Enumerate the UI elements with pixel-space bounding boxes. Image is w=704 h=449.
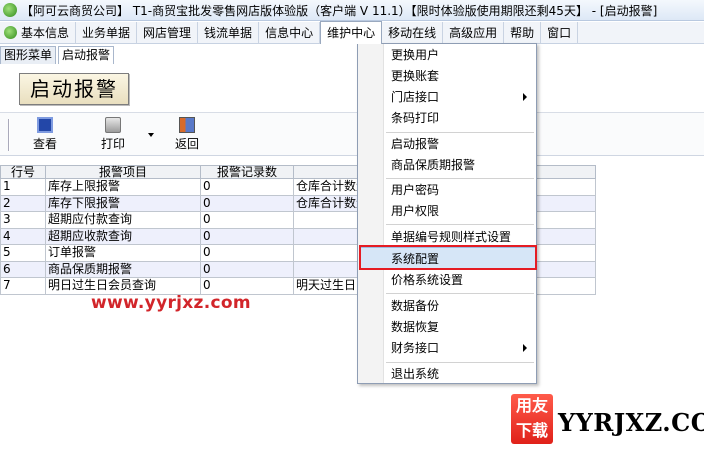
tab-graphic-menu[interactable]: 图形菜单: [0, 46, 57, 64]
cell-alarm-item: 订单报警: [45, 244, 201, 262]
title-bar: 【阿可云商贸公司】 T1-商贸宝批发零售网店版体验版（客户端 V 11.1）【限…: [0, 0, 704, 21]
menu-business-docs[interactable]: 业务单据: [76, 21, 138, 44]
cell-alarm-item: 超期应付款查询: [45, 211, 201, 229]
menu-item-change-user[interactable]: 更换用户: [391, 45, 439, 65]
menu-item-user-password[interactable]: 用户密码: [391, 180, 439, 200]
menu-item-label: 门店接口: [391, 90, 440, 104]
app-icon: [3, 3, 17, 17]
menu-help[interactable]: 帮助: [504, 21, 542, 44]
menu-label: 基本信息: [21, 25, 70, 40]
submenu-arrow-icon: [523, 93, 527, 101]
view-icon: [37, 117, 53, 133]
cell-row-no: 1: [0, 178, 46, 196]
toolbar-grip[interactable]: [8, 119, 10, 151]
cell-alarm-item: 明日过生日会员查询: [45, 277, 201, 295]
watermark-site: YYRJXZ.COM: [558, 408, 704, 437]
menu-separator: [386, 224, 534, 225]
menu-cashflow-docs[interactable]: 钱流单据: [198, 21, 260, 44]
menu-maintenance-center[interactable]: 维护中心: [320, 21, 383, 44]
menu-item-label: 财务接口: [391, 341, 440, 355]
menu-item-store-interface[interactable]: 门店接口: [391, 87, 531, 107]
view-button[interactable]: 查看: [33, 117, 57, 152]
menu-item-finance-interface[interactable]: 财务接口: [391, 338, 531, 358]
menu-online-store[interactable]: 网店管理: [137, 21, 199, 44]
view-label: 查看: [33, 137, 58, 151]
print-label: 打印: [101, 137, 126, 151]
menu-advanced[interactable]: 高级应用: [443, 21, 505, 44]
cell-record-count: 0: [200, 227, 294, 245]
menu-basic-info[interactable]: 基本信息: [0, 21, 77, 44]
menu-separator: [386, 132, 534, 133]
cell-alarm-item: 库存上限报警: [45, 178, 201, 196]
toolbar: 查看 打印 返回: [0, 112, 704, 156]
back-label: 返回: [175, 137, 200, 151]
header-row-no[interactable]: 行号: [0, 165, 46, 179]
app-icon: [4, 26, 17, 39]
menu-item-price-system[interactable]: 价格系统设置: [391, 270, 463, 290]
menu-separator: [386, 178, 534, 179]
menu-separator: [386, 293, 534, 294]
print-button[interactable]: 打印: [101, 117, 125, 152]
cell-row-no: 5: [0, 244, 46, 262]
watermark-url: www.yyrjxz.com: [91, 293, 251, 313]
menu-item-shelf-life-alarm[interactable]: 商品保质期报警: [391, 155, 475, 175]
menu-separator: [386, 362, 534, 363]
cell-row-no: 3: [0, 211, 46, 229]
watermark-logo: 用友 下载: [511, 394, 553, 444]
menu-item-barcode-print[interactable]: 条码打印: [391, 108, 439, 128]
menu-item-user-permissions[interactable]: 用户权限: [391, 201, 439, 221]
watermark-site-text: YYRJXZ.COM: [558, 408, 704, 437]
cell-record-count: 0: [200, 244, 294, 262]
menu-window[interactable]: 窗口: [541, 21, 579, 44]
menu-item-data-backup[interactable]: 数据备份: [391, 296, 439, 316]
maintenance-dropdown-menu: 更换用户 更换账套 门店接口 条码打印 启动报警 商品保质期报警 用户密码 用户…: [357, 43, 537, 384]
menu-item-data-restore[interactable]: 数据恢复: [391, 317, 439, 337]
menu-icon-strip: [358, 44, 384, 383]
menu-mobile-online[interactable]: 移动在线: [382, 21, 444, 44]
cell-row-no: 2: [0, 194, 46, 212]
cell-alarm-item: 库存下限报警: [45, 194, 201, 212]
header-alarm-item[interactable]: 报警项目: [45, 165, 201, 179]
annotation-highlight-box: [359, 245, 537, 270]
tab-startup-alarm[interactable]: 启动报警: [58, 46, 115, 64]
watermark-logo-bottom: 下载: [515, 421, 548, 440]
cell-record-count: 0: [200, 178, 294, 196]
cell-record-count: 0: [200, 277, 294, 295]
cell-record-count: 0: [200, 260, 294, 278]
back-button[interactable]: 返回: [175, 117, 199, 152]
window-title: 【阿可云商贸公司】 T1-商贸宝批发零售网店版体验版（客户端 V 11.1）【限…: [21, 3, 658, 18]
cell-record-count: 0: [200, 194, 294, 212]
tab-bar: 图形菜单 启动报警: [0, 46, 116, 64]
cell-record-count: 0: [200, 211, 294, 229]
menu-item-startup-alarm[interactable]: 启动报警: [391, 134, 439, 154]
menu-item-change-account[interactable]: 更换账套: [391, 66, 439, 86]
menu-item-exit-system[interactable]: 退出系统: [391, 364, 439, 384]
cell-alarm-item: 超期应收款查询: [45, 227, 201, 245]
page-title: 启动报警: [19, 73, 129, 105]
cell-row-no: 7: [0, 277, 46, 295]
cell-row-no: 6: [0, 260, 46, 278]
menu-item-doc-number-rules[interactable]: 单据编号规则样式设置: [391, 227, 511, 247]
watermark-logo-top: 用友: [515, 396, 548, 415]
submenu-arrow-icon: [523, 344, 527, 352]
print-dropdown-arrow-icon[interactable]: [148, 133, 154, 137]
menu-info-center[interactable]: 信息中心: [259, 21, 321, 44]
menu-bar: 基本信息 业务单据 网店管理 钱流单据 信息中心 维护中心 移动在线 高级应用 …: [0, 21, 704, 44]
printer-icon: [105, 117, 121, 133]
cell-alarm-item: 商品保质期报警: [45, 260, 201, 278]
exit-door-icon: [179, 117, 195, 133]
header-record-count[interactable]: 报警记录数: [200, 165, 294, 179]
cell-row-no: 4: [0, 227, 46, 245]
